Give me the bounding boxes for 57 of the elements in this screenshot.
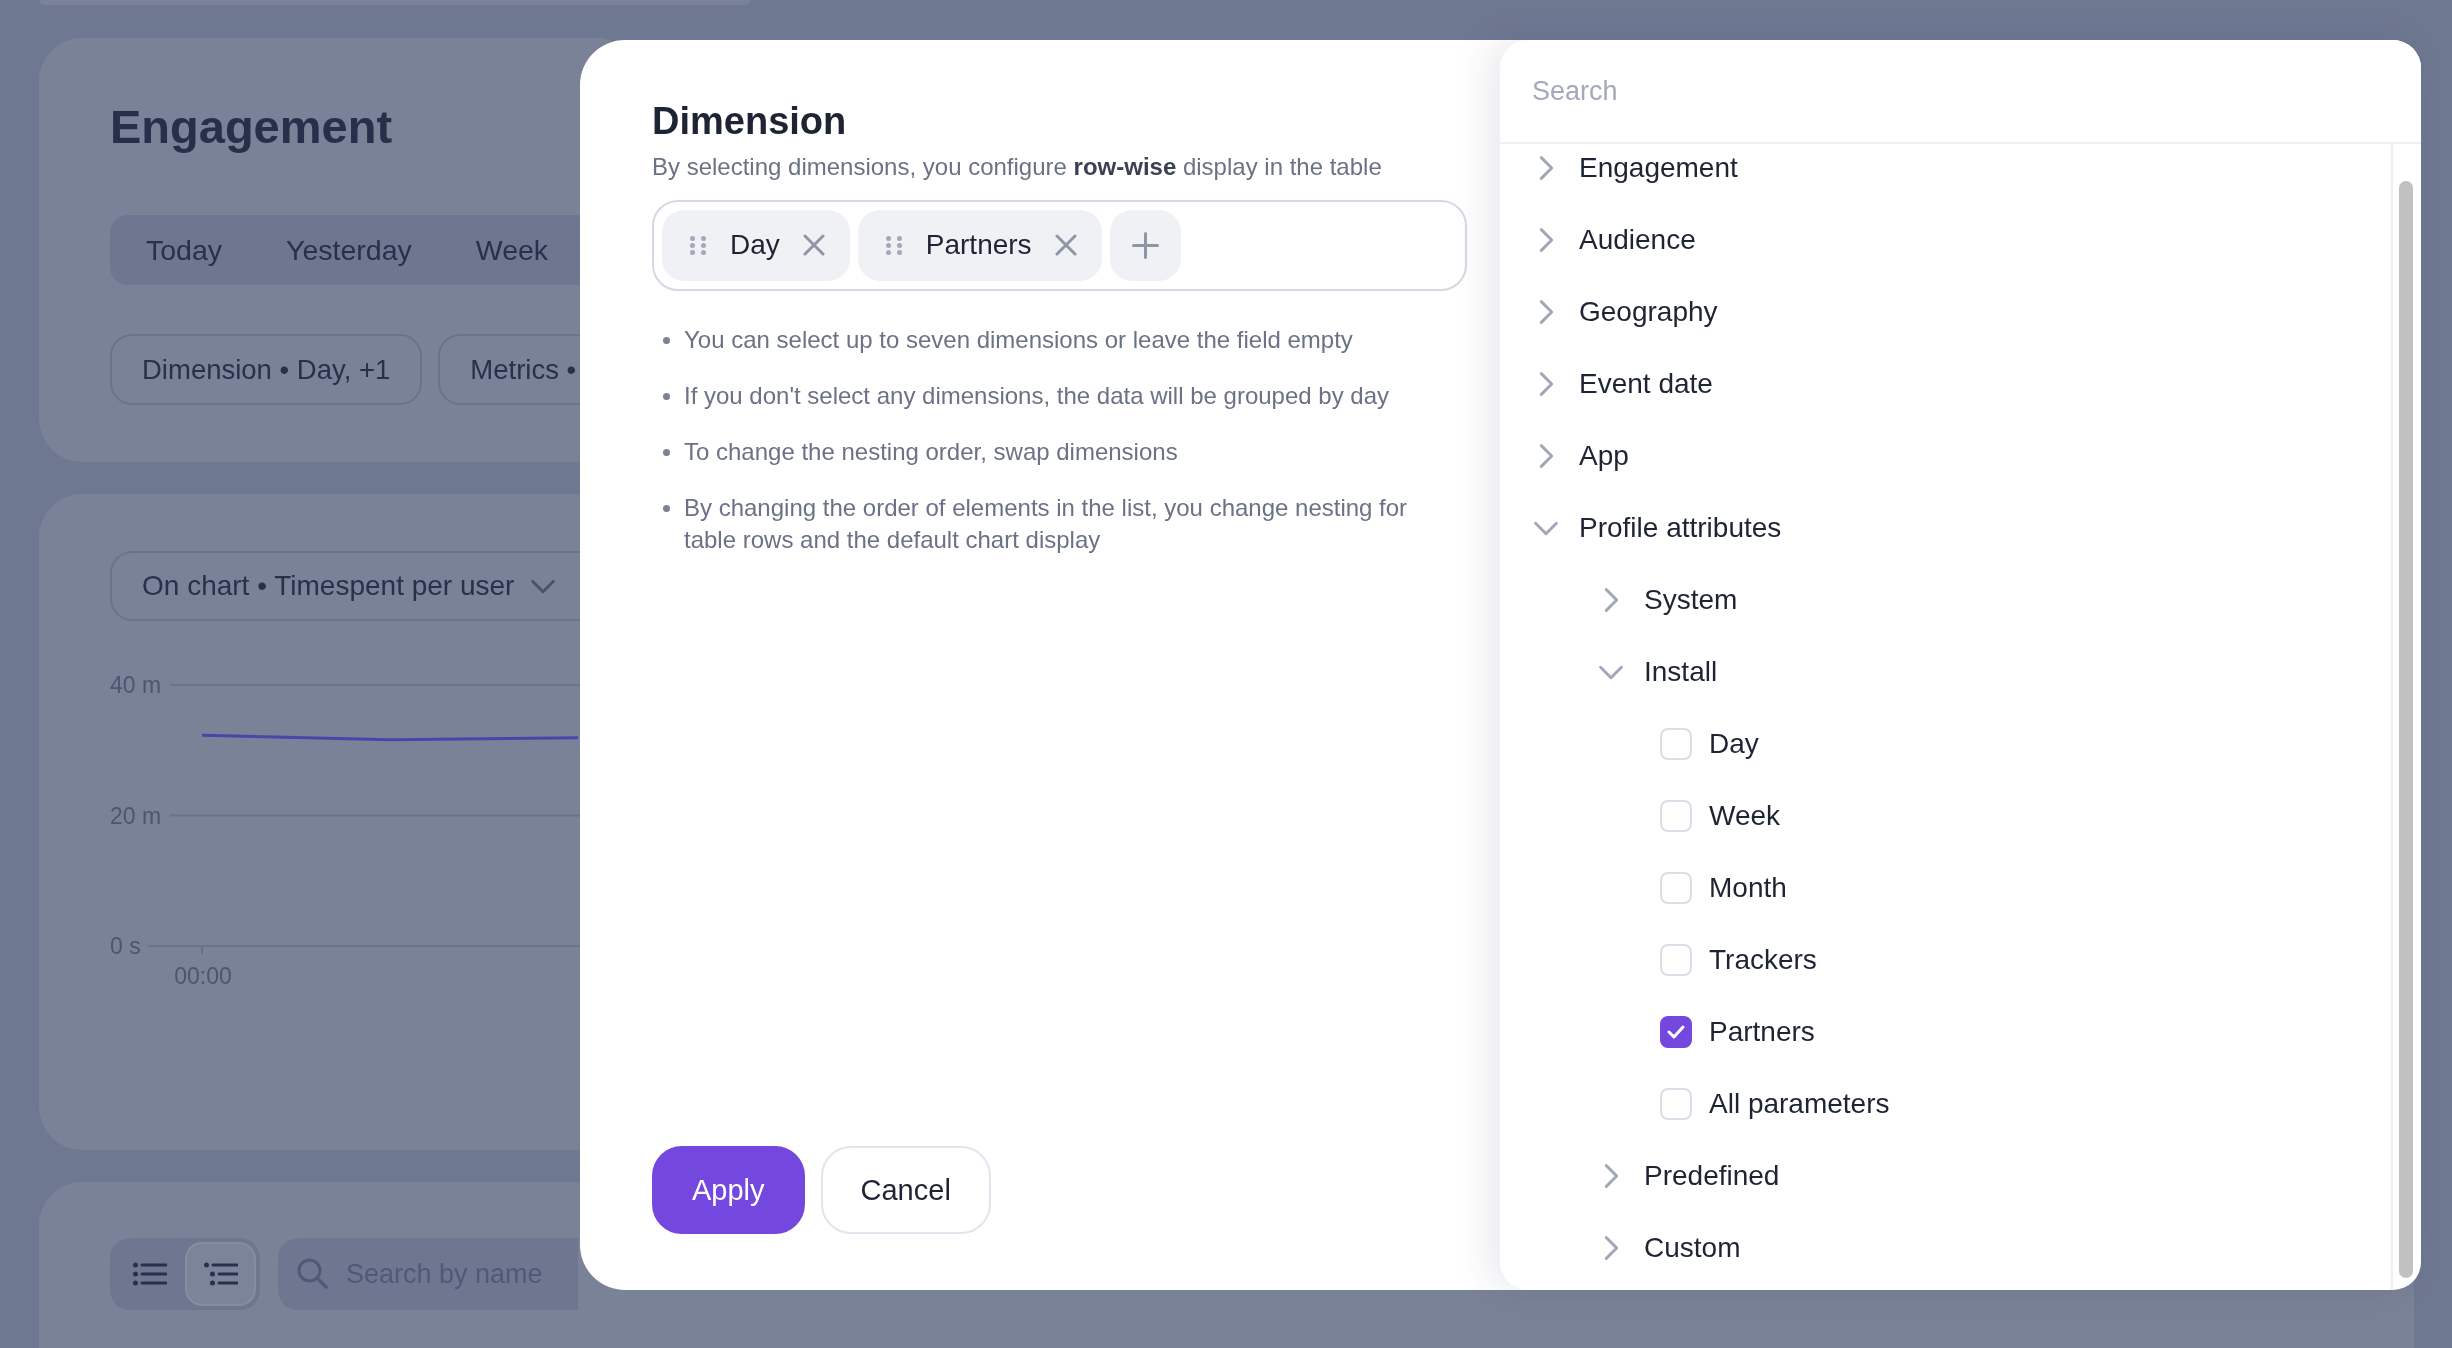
close-icon[interactable] <box>1054 234 1077 257</box>
hint-text: By changing the order of elements in the list, you change nesting for table rows and the default chart display <box>684 492 1409 555</box>
plus-icon <box>1131 231 1159 259</box>
option-label[interactable]: All parameters <box>1709 1088 1890 1120</box>
chevron-right-icon[interactable] <box>1602 1235 1620 1261</box>
chevron-down-icon[interactable] <box>1598 663 1624 681</box>
chevron-right-icon[interactable] <box>1602 1163 1620 1189</box>
tree-item[interactable]: Profile attributes <box>1579 512 1782 544</box>
drag-handle-icon[interactable] <box>885 235 902 255</box>
dimension-field[interactable]: Day Partners <box>652 199 1467 291</box>
search-icon <box>297 1258 328 1289</box>
checkbox[interactable] <box>1660 1016 1692 1048</box>
drag-handle-icon[interactable] <box>690 235 706 255</box>
chevron-right-icon[interactable] <box>1537 227 1555 253</box>
search-field[interactable]: Search <box>1500 40 2421 144</box>
secondary-button[interactable]: Cancel <box>820 1146 991 1234</box>
chevron-right-icon[interactable] <box>1537 371 1555 397</box>
scrollbar-thumb[interactable] <box>2399 181 2413 1278</box>
checkmark-icon <box>1667 1025 1685 1039</box>
option-label[interactable]: Trackers <box>1709 944 1817 976</box>
view-button[interactable] <box>185 1242 256 1306</box>
hint-text: To change the nesting order, swap dimensions <box>684 436 1178 467</box>
tree-item[interactable]: Install <box>1644 656 1718 688</box>
bullet-icon <box>663 448 670 456</box>
add-button[interactable] <box>1109 209 1181 281</box>
bullet-icon <box>663 336 670 344</box>
tree-item[interactable]: App <box>1579 440 1629 472</box>
option-label[interactable]: Month <box>1709 872 1787 904</box>
bullet-icon <box>663 392 670 400</box>
list-icon <box>132 1262 167 1286</box>
chevron-down-icon <box>530 577 557 595</box>
dimension-chip[interactable]: Partners <box>857 209 1102 281</box>
option-label[interactable]: Week <box>1709 800 1781 832</box>
tree-item[interactable]: Event date <box>1579 368 1713 400</box>
hint-text: If you don't select any dimensions, the data will be grouped by day <box>684 380 1389 411</box>
primary-button[interactable]: Apply <box>652 1146 805 1234</box>
chevron-right-icon[interactable] <box>1537 155 1555 181</box>
indented-list-icon <box>203 1262 238 1286</box>
tree-item[interactable]: System <box>1644 584 1738 616</box>
option-label[interactable]: Day <box>1709 728 1759 760</box>
tree-item[interactable]: Engagement <box>1579 152 1738 184</box>
tree-item[interactable]: Geography <box>1579 296 1718 328</box>
dialog-subtitle: By selecting dimensions, you configure row-wise display in the table <box>652 151 1382 182</box>
close-icon[interactable] <box>802 234 825 257</box>
tree-item[interactable]: Predefined <box>1644 1160 1780 1192</box>
page-title: Engagement <box>110 99 393 155</box>
dimension-chip[interactable]: Day <box>662 209 850 281</box>
option-label[interactable]: Partners <box>1709 1016 1815 1048</box>
dialog-title: Dimension <box>652 99 847 144</box>
chevron-down-icon[interactable] <box>1533 519 1559 537</box>
chevron-right-icon[interactable] <box>1537 443 1555 469</box>
chevron-right-icon[interactable] <box>1537 299 1555 325</box>
chevron-right-icon[interactable] <box>1602 587 1620 613</box>
bullet-icon <box>663 504 670 512</box>
hint-text: You can select up to seven dimensions or leave the field empty <box>684 324 1353 355</box>
tree-item[interactable]: Custom <box>1644 1232 1741 1264</box>
tree-item[interactable]: Audience <box>1579 224 1696 256</box>
